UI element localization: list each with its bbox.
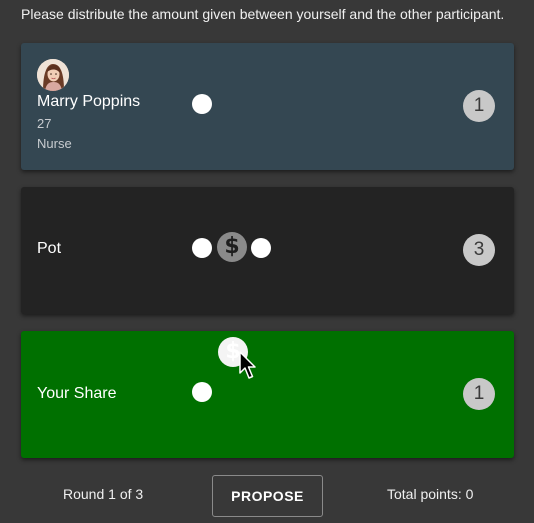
dollar-coin-icon[interactable]: $ bbox=[251, 238, 271, 258]
participant-occupation: Nurse bbox=[37, 136, 72, 151]
dollar-coin-icon[interactable]: $ bbox=[192, 382, 212, 402]
dollar-coin-icon[interactable]: $ bbox=[192, 238, 212, 258]
your-share-label: Your Share bbox=[37, 385, 117, 402]
participant-age: 27 bbox=[37, 116, 52, 131]
pot-label: Pot bbox=[37, 240, 62, 257]
participant-coin-count: 1 bbox=[463, 90, 495, 122]
pot-card: Pot $ $ $ 3 bbox=[21, 187, 514, 314]
round-indicator: Round 1 of 3 bbox=[63, 486, 144, 502]
dollar-coin-icon[interactable]: $ bbox=[217, 232, 247, 262]
total-points: Total points: 0 bbox=[387, 486, 474, 502]
your-share-coin-count: 1 bbox=[463, 378, 495, 410]
avatar bbox=[37, 59, 69, 91]
participant-name: Marry Poppins bbox=[37, 93, 141, 110]
pot-coin-count: 3 bbox=[463, 234, 495, 266]
your-share-card: Your Share $ 1 bbox=[21, 331, 514, 458]
instructions-text: Please distribute the amount given betwe… bbox=[21, 6, 505, 22]
participant-card: Marry Poppins 27 Nurse $ 1 bbox=[21, 43, 514, 170]
dollar-coin-icon[interactable]: $ bbox=[192, 94, 212, 114]
avatar-image bbox=[37, 59, 69, 91]
dragged-dollar-coin-icon[interactable]: $ bbox=[218, 337, 248, 367]
propose-button[interactable]: PROPOSE bbox=[212, 475, 323, 517]
